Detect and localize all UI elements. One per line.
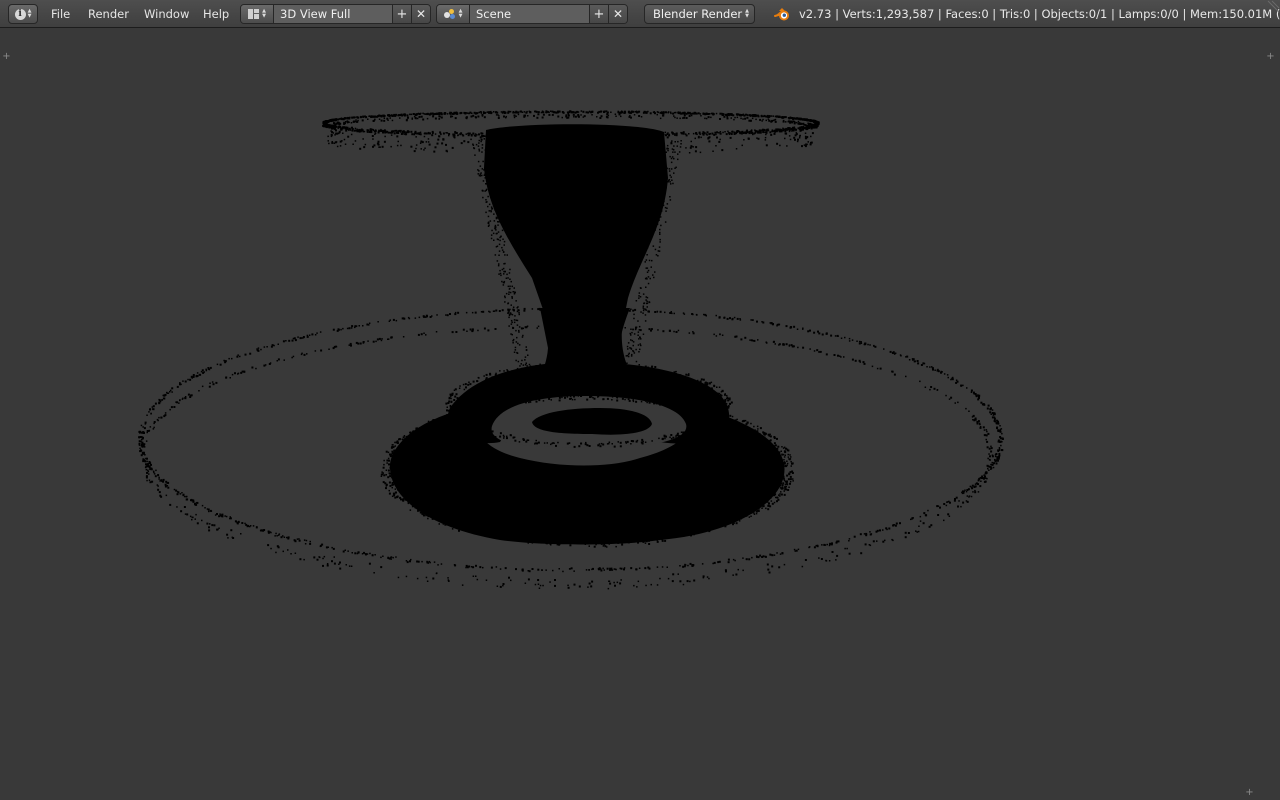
scene-name-field[interactable]: Scene: [470, 5, 590, 23]
menu-render[interactable]: Render: [86, 4, 131, 24]
screen-layout-name-field[interactable]: 3D View Full: [274, 5, 393, 23]
bottom-right-area-corner[interactable]: +: [1245, 787, 1254, 798]
updown-arrows-icon: ▲ ▼: [458, 8, 463, 19]
plus-icon: +: [1245, 787, 1254, 798]
menu-window[interactable]: Window: [142, 4, 191, 24]
render-engine-select[interactable]: Blender Render ▲ ▼: [644, 4, 755, 24]
info-icon: i: [14, 8, 26, 20]
3d-viewport[interactable]: + + +: [0, 28, 1280, 800]
remove-screen-layout-button[interactable]: ✕: [411, 5, 430, 23]
updown-arrows-icon: ▲ ▼: [262, 8, 266, 19]
editor-type-selector[interactable]: i ▲ ▼: [8, 4, 38, 24]
close-icon: ✕: [612, 7, 624, 21]
top-left-area-corner[interactable]: +: [2, 51, 11, 62]
screen-layout-browse-button[interactable]: ▲ ▼: [241, 5, 274, 23]
plus-icon: +: [1266, 51, 1275, 62]
close-icon: ✕: [415, 7, 427, 21]
scene-statistics: v2.73 | Verts:1,293,587 | Faces:0 | Tris…: [799, 7, 1280, 21]
top-right-area-corner[interactable]: +: [1266, 51, 1275, 62]
point-cloud-solid: [389, 124, 785, 545]
add-screen-layout-button[interactable]: +: [393, 5, 411, 23]
plus-icon: +: [2, 51, 11, 62]
info-header: i ▲ ▼ File Render Window Help ▲ ▼ 3D View …: [0, 0, 1280, 28]
menu-help[interactable]: Help: [201, 4, 231, 24]
updown-arrows-icon: ▲ ▼: [745, 8, 749, 19]
scene-block: ▲ ▼ Scene + ✕: [436, 4, 628, 24]
plus-icon: +: [593, 6, 605, 22]
render-engine-label: Blender Render: [653, 7, 743, 21]
menu-file[interactable]: File: [49, 4, 72, 24]
scene-icon: [443, 9, 456, 19]
screen-layout-block: ▲ ▼ 3D View Full + ✕: [240, 4, 431, 24]
screen-layout-icon: [248, 9, 260, 19]
remove-scene-button[interactable]: ✕: [608, 5, 627, 23]
plus-icon: +: [396, 6, 408, 22]
point-cloud-render: [138, 110, 1004, 590]
blender-logo-icon: [774, 8, 789, 21]
add-scene-button[interactable]: +: [590, 5, 608, 23]
updown-arrows-icon: ▲ ▼: [27, 8, 32, 19]
area-split-corner[interactable]: [1266, 0, 1280, 28]
scene-browse-button[interactable]: ▲ ▼: [437, 5, 470, 23]
